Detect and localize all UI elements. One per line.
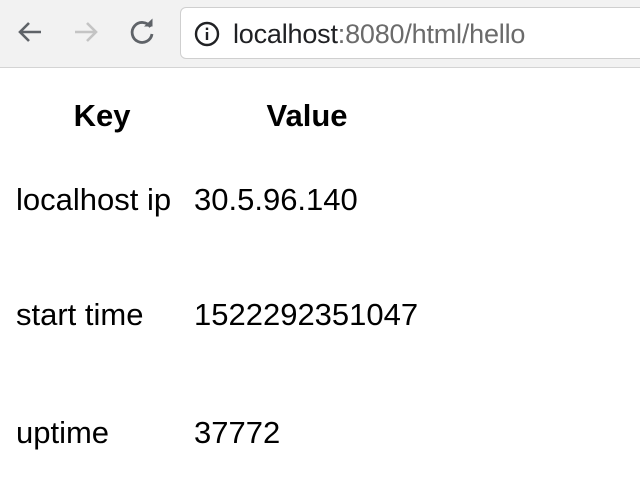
value-cell: 30.5.96.140 [194, 182, 358, 217]
key-cell: start time [16, 297, 144, 332]
back-button[interactable] [12, 14, 48, 50]
url-host: localhost [233, 19, 338, 49]
key-cell: localhost ip [16, 182, 172, 217]
reload-button[interactable] [124, 14, 160, 50]
value-cell: 1522292351047 [194, 297, 419, 332]
table-row: start time 1522292351047 [16, 256, 420, 374]
key-column-header: Key [73, 98, 131, 133]
arrow-right-icon [75, 22, 98, 42]
table-row: uptime 37772 [16, 374, 420, 492]
value-cell: 37772 [194, 415, 281, 450]
url-path: :8080/html/hello [337, 19, 526, 49]
address-bar[interactable]: localhost:8080/html/hello [180, 7, 640, 59]
url-text[interactable]: localhost:8080/html/hello [233, 20, 525, 48]
info-icon[interactable] [194, 21, 220, 47]
value-column-header: Value [266, 98, 348, 133]
forward-button[interactable] [68, 14, 104, 50]
arrow-left-icon [18, 22, 41, 42]
info-table: Key Value localhost ip 30.5.96.140 start… [10, 88, 426, 492]
table-header-row: Key Value [16, 88, 420, 144]
browser-toolbar: localhost:8080/html/hello [0, 0, 640, 68]
info-table-wrapper: Key Value localhost ip 30.5.96.140 start… [10, 88, 426, 492]
table-row: localhost ip 30.5.96.140 [16, 144, 420, 256]
reload-icon [130, 18, 154, 44]
key-cell: uptime [16, 415, 110, 450]
